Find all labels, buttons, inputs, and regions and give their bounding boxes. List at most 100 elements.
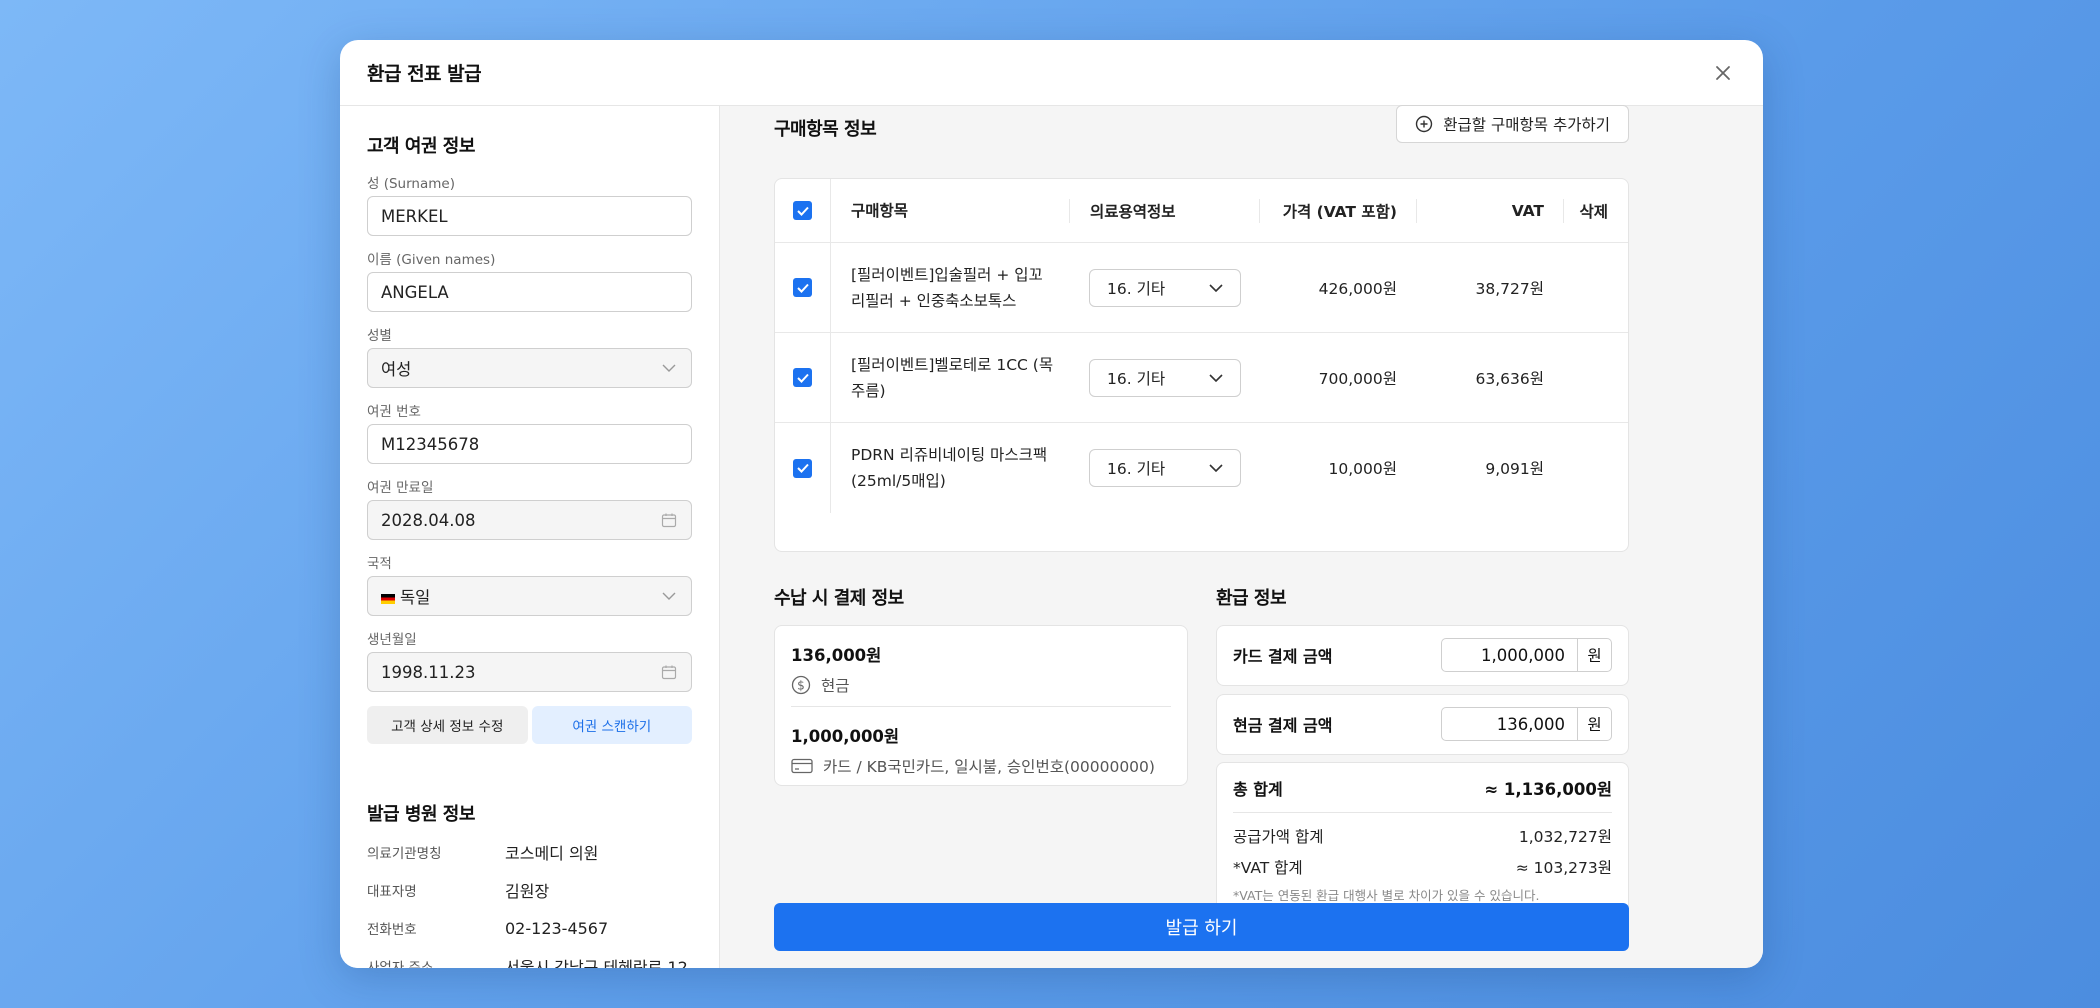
dollar-circle-icon: $: [791, 675, 811, 695]
hospital-row: 전화번호 02-123-4567: [367, 918, 692, 939]
hospital-key: 의료기관명칭: [367, 846, 442, 862]
passport-number-input[interactable]: M12345678: [367, 424, 692, 464]
payment-amount: 136,000원: [791, 646, 882, 665]
chevron-down-icon: [660, 587, 678, 605]
close-icon: [1716, 66, 1730, 80]
hospital-row: 대표자명 김원장: [367, 880, 692, 901]
hospital-value: 서울시 강남구 테헤란로 12: [505, 958, 688, 968]
nationality-value: 독일: [400, 588, 431, 607]
modal-header: 환급 전표 발급: [340, 40, 1763, 106]
card-amount-row: 카드 결제 금액 1,000,000 원: [1233, 626, 1612, 684]
vat-total-value: ≈ 103,273원: [1515, 859, 1612, 877]
select-all-checkbox[interactable]: [775, 179, 831, 242]
header-vat: VAT: [1416, 198, 1563, 223]
passport-number-label: 여권 번호: [367, 404, 421, 420]
card-amount-input[interactable]: 1,000,000: [1441, 638, 1578, 672]
nationality-label: 국적: [367, 556, 392, 572]
issue-button[interactable]: 발급 하기: [774, 903, 1629, 951]
item-price: 426,000원: [1318, 279, 1397, 298]
refund-summary-box: 총 합계 ≈ 1,136,000원 공급가액 합계 1,032,727원 *VA…: [1216, 762, 1629, 920]
medical-service-select[interactable]: 16. 기타: [1089, 268, 1241, 307]
medical-service-select[interactable]: 16. 기타: [1089, 449, 1241, 487]
payment-method-text: 카드 / KB국민카드, 일시불, 승인번호(00000000): [823, 758, 1155, 776]
medical-cell: 16. 기타: [1069, 358, 1259, 397]
given-names-value: ANGELA: [381, 282, 449, 302]
medical-service-select[interactable]: 16. 기타: [1089, 358, 1241, 397]
item-name-line: 주름): [851, 381, 886, 400]
item-name-line: [필러이벤트]입술필러 + 입꼬: [851, 265, 1043, 284]
row-checkbox[interactable]: [775, 333, 831, 422]
calendar-icon: [660, 663, 678, 681]
close-button[interactable]: [1710, 60, 1736, 86]
passport-expiry-date-picker[interactable]: 2028.04.08: [367, 500, 692, 540]
payment-method: $ 현금: [791, 674, 1171, 696]
cash-refund-box: 현금 결제 금액 136,000 원: [1216, 694, 1629, 755]
purchase-table: 구매항목 의료용역정보 가격 (VAT 포함) VAT 삭제 [필러이벤트]입술…: [774, 178, 1629, 552]
hospital-value: 코스메디 의원: [505, 844, 599, 863]
total-value: ≈ 1,136,000원: [1484, 779, 1612, 799]
plus-circle-icon: [1416, 115, 1433, 133]
header-delete: 삭제: [1563, 198, 1628, 223]
medical-service-value: 16. 기타: [1107, 279, 1166, 298]
scan-passport-button[interactable]: 여권 스캔하기: [531, 706, 692, 744]
hospital-value: 김원장: [505, 882, 550, 901]
edit-customer-button[interactable]: 고객 상세 정보 수정: [367, 706, 528, 744]
table-row: PDRN 리쥬비네이팅 마스크팩 (25ml/5매입) 16. 기타 10,000…: [775, 423, 1628, 513]
birth-date-label: 생년월일: [367, 632, 417, 648]
payment-section-title: 수납 시 결제 정보: [774, 588, 904, 609]
gender-value: 여성: [381, 360, 412, 379]
card-amount-input-group: 1,000,000 원: [1441, 638, 1612, 672]
birth-date-picker[interactable]: 1998.11.23: [367, 652, 692, 692]
card-amount-unit: 원: [1578, 638, 1612, 672]
gender-select[interactable]: 여성: [367, 348, 692, 388]
item-vat: 63,636원: [1475, 369, 1545, 388]
row-checkbox[interactable]: [775, 423, 831, 513]
total-row: 총 합계 ≈ 1,136,000원: [1233, 763, 1612, 813]
total-label: 총 합계: [1233, 779, 1283, 799]
nationality-select[interactable]: 독일: [367, 576, 692, 616]
cash-amount-row: 현금 결제 금액 136,000 원: [1233, 695, 1612, 753]
nationality-display: 독일: [381, 584, 430, 608]
payment-item: 136,000원 $ 현금: [791, 626, 1171, 706]
svg-text:$: $: [797, 679, 805, 693]
given-names-label: 이름 (Given names): [367, 252, 496, 268]
purchase-header: 구매항목 정보 환급할 구매항목 추가하기: [774, 105, 1629, 166]
credit-card-icon: [791, 758, 813, 774]
item-name-line: [필러이벤트]벨로테로 1CC (목: [851, 355, 1054, 374]
item-name-line: (25ml/5매입): [851, 472, 946, 490]
surname-input[interactable]: MERKEL: [367, 196, 692, 236]
header-medical: 의료용역정보: [1069, 198, 1259, 223]
medical-cell: 16. 기타: [1069, 268, 1259, 307]
payment-amount: 1,000,000원: [791, 727, 900, 746]
cash-amount-label: 현금 결제 금액: [1233, 716, 1333, 735]
payment-method: 카드 / KB국민카드, 일시불, 승인번호(00000000): [791, 755, 1171, 777]
passport-number-value: M12345678: [381, 434, 480, 454]
hospital-value: 02-123-4567: [505, 918, 609, 938]
item-name: [필러이벤트]입술필러 + 입꼬리필러 + 인중축소보톡스: [831, 262, 1069, 314]
item-name-line: 리필러 + 인중축소보톡스: [851, 291, 1017, 310]
table-row: [필러이벤트]입술필러 + 입꼬리필러 + 인중축소보톡스 16. 기타 426…: [775, 243, 1628, 333]
customer-panel: 고객 여권 정보 성 (Surname) MERKEL 이름 (Given na…: [340, 106, 720, 968]
item-price: 700,000원: [1318, 369, 1397, 388]
checkbox-checked-icon: [793, 368, 812, 387]
hospital-key: 사업자 주소: [367, 960, 434, 968]
medical-cell: 16. 기타: [1069, 449, 1259, 487]
header-price: 가격 (VAT 포함): [1259, 198, 1416, 223]
checkbox-checked-icon: [793, 458, 812, 478]
supply-total-row: 공급가액 합계 1,032,727원: [1233, 825, 1612, 846]
cash-amount-input[interactable]: 136,000: [1441, 707, 1578, 741]
given-names-input[interactable]: ANGELA: [367, 272, 692, 312]
chevron-down-icon: [660, 359, 678, 377]
row-checkbox[interactable]: [775, 243, 831, 332]
header-name: 구매항목: [851, 201, 909, 220]
hospital-row: 사업자 주소 서울시 강남구 테헤란로 12: [367, 956, 692, 968]
add-purchase-item-button[interactable]: 환급할 구매항목 추가하기: [1396, 105, 1629, 143]
checkbox-checked-icon: [793, 278, 812, 297]
refund-slip-modal: 환급 전표 발급 고객 여권 정보 성 (Surname) MERKEL 이름 …: [340, 40, 1763, 968]
card-amount-label: 카드 결제 금액: [1233, 647, 1333, 666]
cash-amount-unit: 원: [1578, 707, 1612, 741]
medical-service-value: 16. 기타: [1107, 369, 1166, 388]
refund-section-title: 환급 정보: [1216, 588, 1287, 609]
customer-section-title: 고객 여권 정보: [367, 136, 475, 157]
chevron-down-icon: [1209, 464, 1223, 472]
